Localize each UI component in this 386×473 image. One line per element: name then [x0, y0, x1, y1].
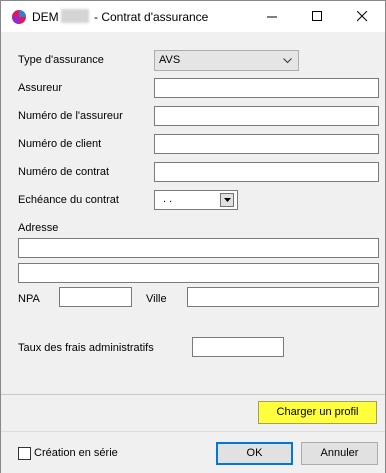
form-panel: Type d'assurance AVS Assureur Numéro de …: [1, 32, 385, 394]
minimize-button[interactable]: [250, 1, 295, 32]
minimize-icon: [267, 16, 277, 18]
insurer-number-field[interactable]: [154, 106, 379, 126]
contract-number-label: Numéro de contrat: [18, 166, 110, 178]
address-line-2-field[interactable]: [18, 263, 379, 283]
contract-expiry-label: Echéance du contrat: [18, 194, 119, 206]
address-line-1-field[interactable]: [18, 238, 379, 258]
close-button[interactable]: [340, 1, 385, 32]
maximize-button[interactable]: [295, 1, 340, 32]
window-title-prefix: DEM: [32, 10, 59, 24]
redacted-title-segment: [60, 9, 89, 23]
insurance-type-label: Type d'assurance: [18, 54, 104, 66]
client-number-label: Numéro de client: [18, 138, 102, 150]
serial-creation-checkbox[interactable]: [18, 447, 31, 460]
contract-expiry-value: . .: [163, 193, 173, 205]
client-number-field[interactable]: [154, 134, 379, 154]
dropdown-arrow-icon: [224, 198, 231, 202]
admin-fee-rate-label: Taux des frais administratifs: [18, 342, 154, 354]
city-field[interactable]: [187, 287, 379, 307]
window-title: DEM - Contrat d'assurance: [32, 9, 208, 24]
chevron-down-icon: [283, 58, 292, 64]
city-label: Ville: [146, 293, 167, 305]
address-label: Adresse: [18, 222, 59, 234]
contract-number-field[interactable]: [154, 162, 379, 182]
insurance-type-select[interactable]: AVS: [154, 50, 299, 71]
npa-field[interactable]: [59, 287, 132, 307]
maximize-icon: [312, 11, 322, 21]
title-bar: DEM - Contrat d'assurance: [1, 1, 385, 32]
contract-expiry-date-picker[interactable]: . .: [154, 190, 238, 210]
action-bar: Création en série OK Annuler: [1, 431, 385, 473]
ok-button[interactable]: OK: [216, 442, 293, 465]
dialog-footer: Charger un profil Création en série OK A…: [1, 394, 385, 473]
insurer-field[interactable]: [154, 78, 379, 98]
insurer-number-label: Numéro de l'assureur: [18, 110, 123, 122]
dialog-window: DEM - Contrat d'assurance Type d'assuran…: [0, 0, 386, 473]
date-dropdown-button[interactable]: [220, 193, 234, 207]
insurance-type-value: AVS: [159, 54, 181, 66]
load-profile-button[interactable]: Charger un profil: [258, 401, 377, 424]
insurer-label: Assureur: [18, 82, 63, 94]
app-logo-icon: [12, 10, 26, 24]
window-title-suffix: - Contrat d'assurance: [90, 10, 209, 24]
admin-fee-rate-field[interactable]: [192, 337, 284, 357]
npa-label: NPA: [18, 293, 40, 305]
serial-creation-label: Création en série: [34, 447, 118, 459]
cancel-button[interactable]: Annuler: [301, 442, 378, 465]
close-icon: [357, 11, 368, 22]
profile-bar: Charger un profil: [1, 395, 385, 431]
